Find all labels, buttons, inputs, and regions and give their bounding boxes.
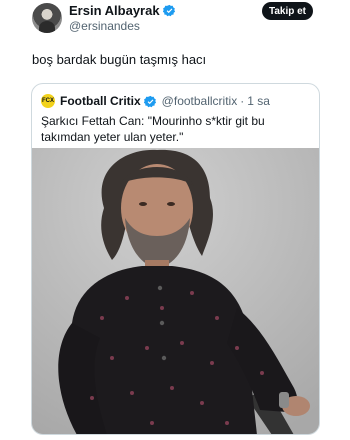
quoted-tweet-header: FCX Football Critix @footballcritix · 1 … xyxy=(41,94,270,108)
quoted-tweet-photo[interactable] xyxy=(32,148,319,435)
tweet-text: boş bardak bugün taşmış hacı xyxy=(32,52,207,67)
quoted-timestamp[interactable]: 1 sa xyxy=(247,94,270,108)
author-name-row: Ersin Albayrak xyxy=(69,3,176,18)
follow-button[interactable]: Takip et xyxy=(262,2,313,20)
football-critix-logo: FCX xyxy=(41,94,55,108)
quoted-author-handle[interactable]: @footballcritix xyxy=(162,94,238,108)
quoted-verified-badge-icon xyxy=(143,95,156,107)
quoted-tweet-card[interactable]: FCX Football Critix @footballcritix · 1 … xyxy=(31,83,320,435)
separator-dot: · xyxy=(240,94,245,108)
author-name[interactable]: Ersin Albayrak xyxy=(69,3,160,18)
author-avatar[interactable] xyxy=(32,3,62,33)
quoted-tweet-text: Şarkıcı Fettah Can: "Mourinho s*ktir git… xyxy=(41,114,265,144)
quoted-author-name[interactable]: Football Critix xyxy=(60,94,141,108)
author-handle[interactable]: @ersinandes xyxy=(69,19,140,33)
verified-badge-icon xyxy=(162,4,175,17)
